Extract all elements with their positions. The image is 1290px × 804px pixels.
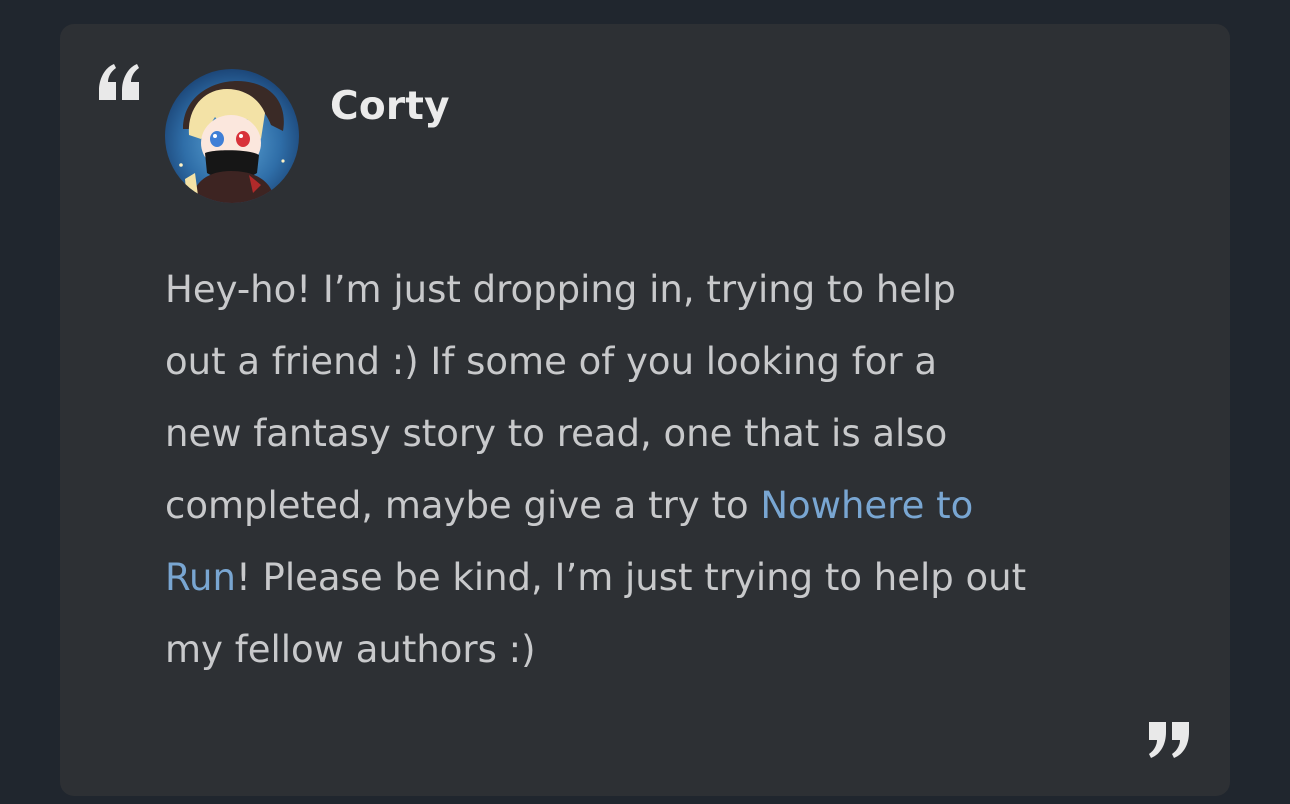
comment-body: Hey-ho! I’m just dropping in, trying to … xyxy=(165,254,1155,686)
story-link[interactable]: Run xyxy=(165,556,236,599)
open-quote-icon xyxy=(99,64,139,100)
comment-text: new fantasy story to read, one that is a… xyxy=(165,412,948,455)
comment-text: completed, maybe give a try to xyxy=(165,484,761,527)
anime-avatar-icon xyxy=(165,69,299,203)
author-avatar[interactable] xyxy=(165,69,299,203)
close-quote-icon xyxy=(1149,722,1189,758)
story-link[interactable]: Nowhere to xyxy=(760,484,973,527)
comment-text: ! Please be kind, I’m just trying to hel… xyxy=(235,556,1027,599)
comment-line: Run! Please be kind, I’m just trying to … xyxy=(165,542,1155,614)
comment-line: completed, maybe give a try to Nowhere t… xyxy=(165,470,1155,542)
comment-text: out a friend :) If some of you looking f… xyxy=(165,340,938,383)
comment-text: Hey-ho! I’m just dropping in, trying to … xyxy=(165,268,956,311)
comment-line: my fellow authors :) xyxy=(165,614,1155,686)
comment-line: Hey-ho! I’m just dropping in, trying to … xyxy=(165,254,1155,326)
author-name[interactable]: Corty xyxy=(330,82,450,132)
comment-text: my fellow authors :) xyxy=(165,628,536,671)
comment-line: out a friend :) If some of you looking f… xyxy=(165,326,1155,398)
comment-card: Corty Hey-ho! I’m just dropping in, tryi… xyxy=(60,24,1230,796)
comment-line: new fantasy story to read, one that is a… xyxy=(165,398,1155,470)
